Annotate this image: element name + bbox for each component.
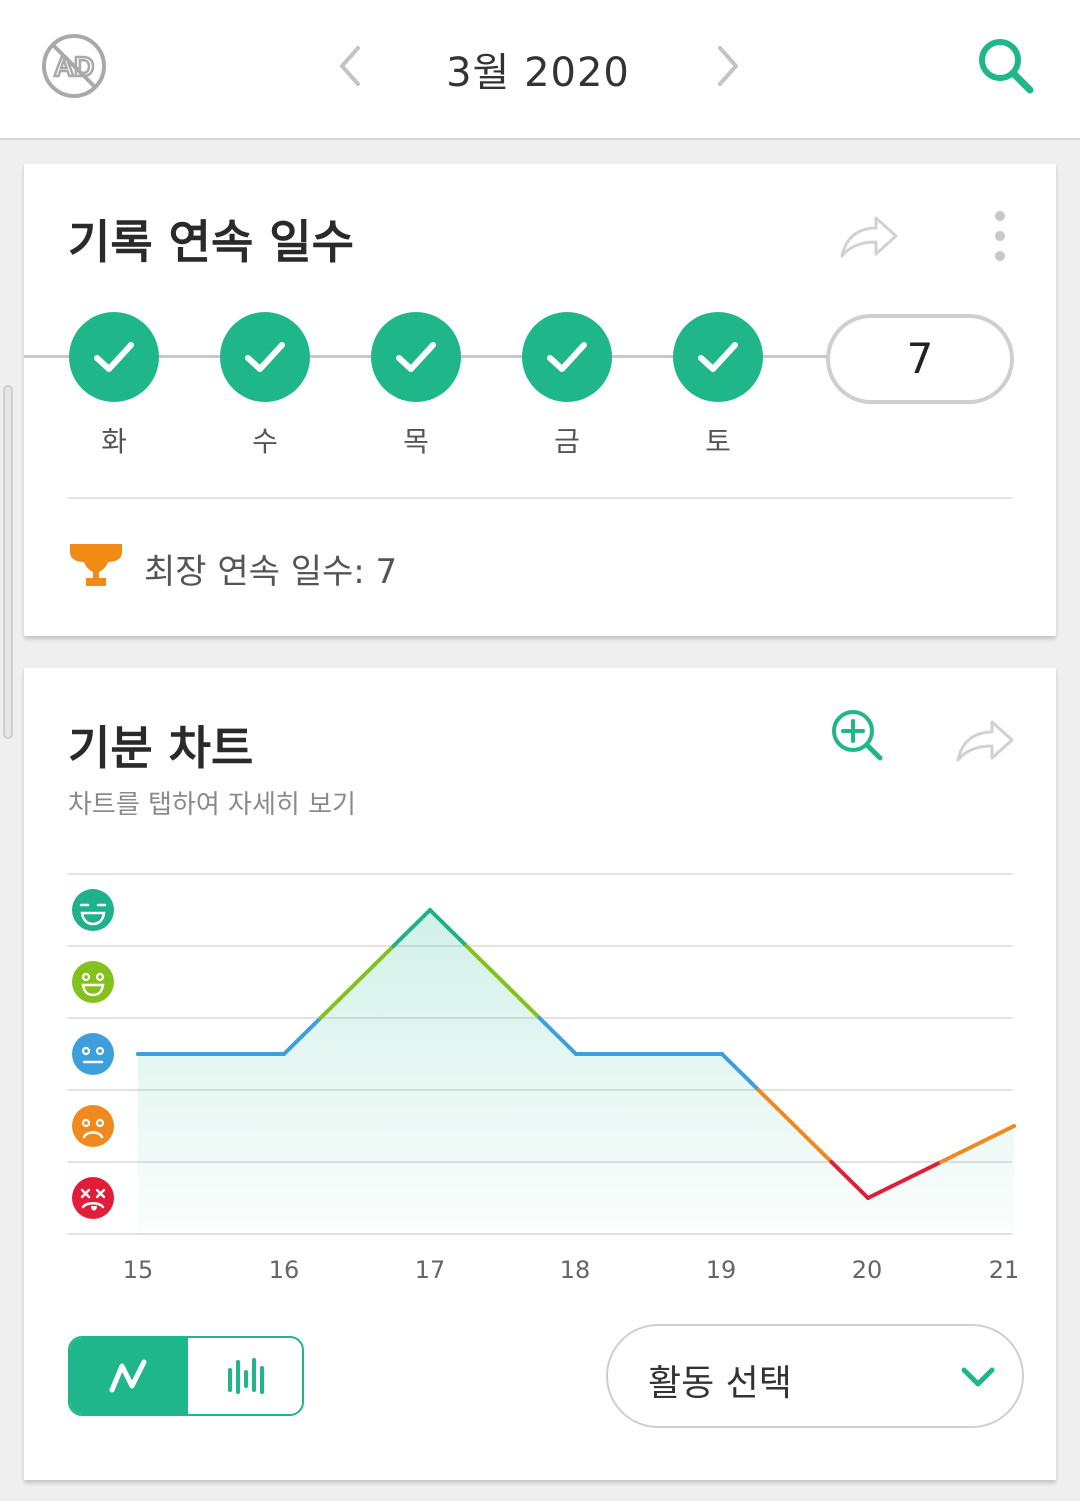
check-icon: [245, 342, 285, 372]
divider: [68, 497, 1012, 499]
x-tick-label: 18: [559, 1256, 591, 1284]
trophy-icon: [70, 544, 122, 586]
check-icon: [94, 342, 134, 372]
activity-select-label: 활동 선택: [648, 1363, 792, 1404]
check-icon: [396, 342, 436, 372]
mood-data-point[interactable]: [1012, 1124, 1016, 1128]
mood-data-point[interactable]: [282, 1052, 286, 1056]
chevron-left-icon[interactable]: [332, 42, 368, 90]
mood-awful-icon: [72, 1177, 114, 1219]
month-title[interactable]: 3월 2020: [400, 40, 676, 98]
check-icon: [698, 342, 738, 372]
mood-chart-subtitle: 차트를 탭하여 자세히 보기: [68, 790, 356, 820]
activity-select[interactable]: 활동 선택: [606, 1324, 1024, 1428]
x-tick-label: 15: [122, 1256, 154, 1284]
mood-data-point[interactable]: [428, 908, 432, 912]
mood-meh-icon: [72, 1033, 114, 1075]
day-label: 토: [705, 425, 731, 458]
mood-data-point[interactable]: [866, 1196, 870, 1200]
mood-bad-icon: [72, 1105, 114, 1147]
mood-good-icon: [72, 961, 114, 1003]
scroll-indicator[interactable]: [3, 385, 13, 739]
top-bar: AD 3월 2020: [0, 0, 1080, 140]
chart-view-toggle: [68, 1336, 304, 1416]
mood-data-point[interactable]: [574, 1052, 578, 1056]
mood-area-fill: [138, 910, 1014, 1234]
share-icon[interactable]: [836, 210, 900, 262]
current-streak-count: 7: [826, 314, 1014, 404]
x-tick-label: 20: [851, 1256, 883, 1284]
day-check-circle: [371, 312, 461, 402]
mood-data-point[interactable]: [720, 1052, 724, 1056]
streak-card: 기록 연속 일수 화 수 목 금 토 7 최장 연속 일수: 7: [24, 164, 1056, 636]
mood-chart-card: 기분 차트 차트를 탭하여 자세히 보기 15 16 17 18 19 20 2…: [24, 668, 1056, 1480]
day-check-circle: [673, 312, 763, 402]
x-tick-label: 21: [988, 1256, 1020, 1284]
line-chart-icon: [109, 1359, 147, 1393]
more-vert-icon[interactable]: [988, 208, 1012, 264]
day-check-circle: [69, 312, 159, 402]
share-icon[interactable]: [952, 714, 1016, 766]
day-label: 수: [252, 425, 278, 458]
line-view-button[interactable]: [70, 1338, 188, 1414]
bar-view-button[interactable]: [188, 1338, 302, 1414]
day-check-circle: [220, 312, 310, 402]
x-tick-label: 17: [414, 1256, 446, 1284]
x-tick-label: 19: [705, 1256, 737, 1284]
check-icon: [547, 342, 587, 372]
mood-data-point[interactable]: [136, 1052, 140, 1056]
search-icon[interactable]: [974, 34, 1038, 98]
mood-rad-icon: [72, 889, 114, 931]
zoom-in-icon[interactable]: [830, 708, 884, 762]
day-check-circle: [522, 312, 612, 402]
mood-line-chart[interactable]: [24, 848, 1056, 1298]
day-label: 목: [403, 425, 429, 458]
chevron-down-icon: [961, 1367, 995, 1387]
bar-chart-icon: [228, 1358, 264, 1394]
day-label: 금: [554, 425, 580, 458]
streak-card-title: 기록 연속 일수: [68, 215, 354, 269]
x-tick-label: 16: [268, 1256, 300, 1284]
day-label: 화: [101, 425, 127, 458]
best-streak-text: 최장 연속 일수: 7: [144, 552, 398, 592]
no-ads-icon[interactable]: AD: [40, 32, 108, 100]
mood-chart-title: 기분 차트: [68, 721, 254, 775]
chevron-right-icon[interactable]: [710, 42, 746, 90]
